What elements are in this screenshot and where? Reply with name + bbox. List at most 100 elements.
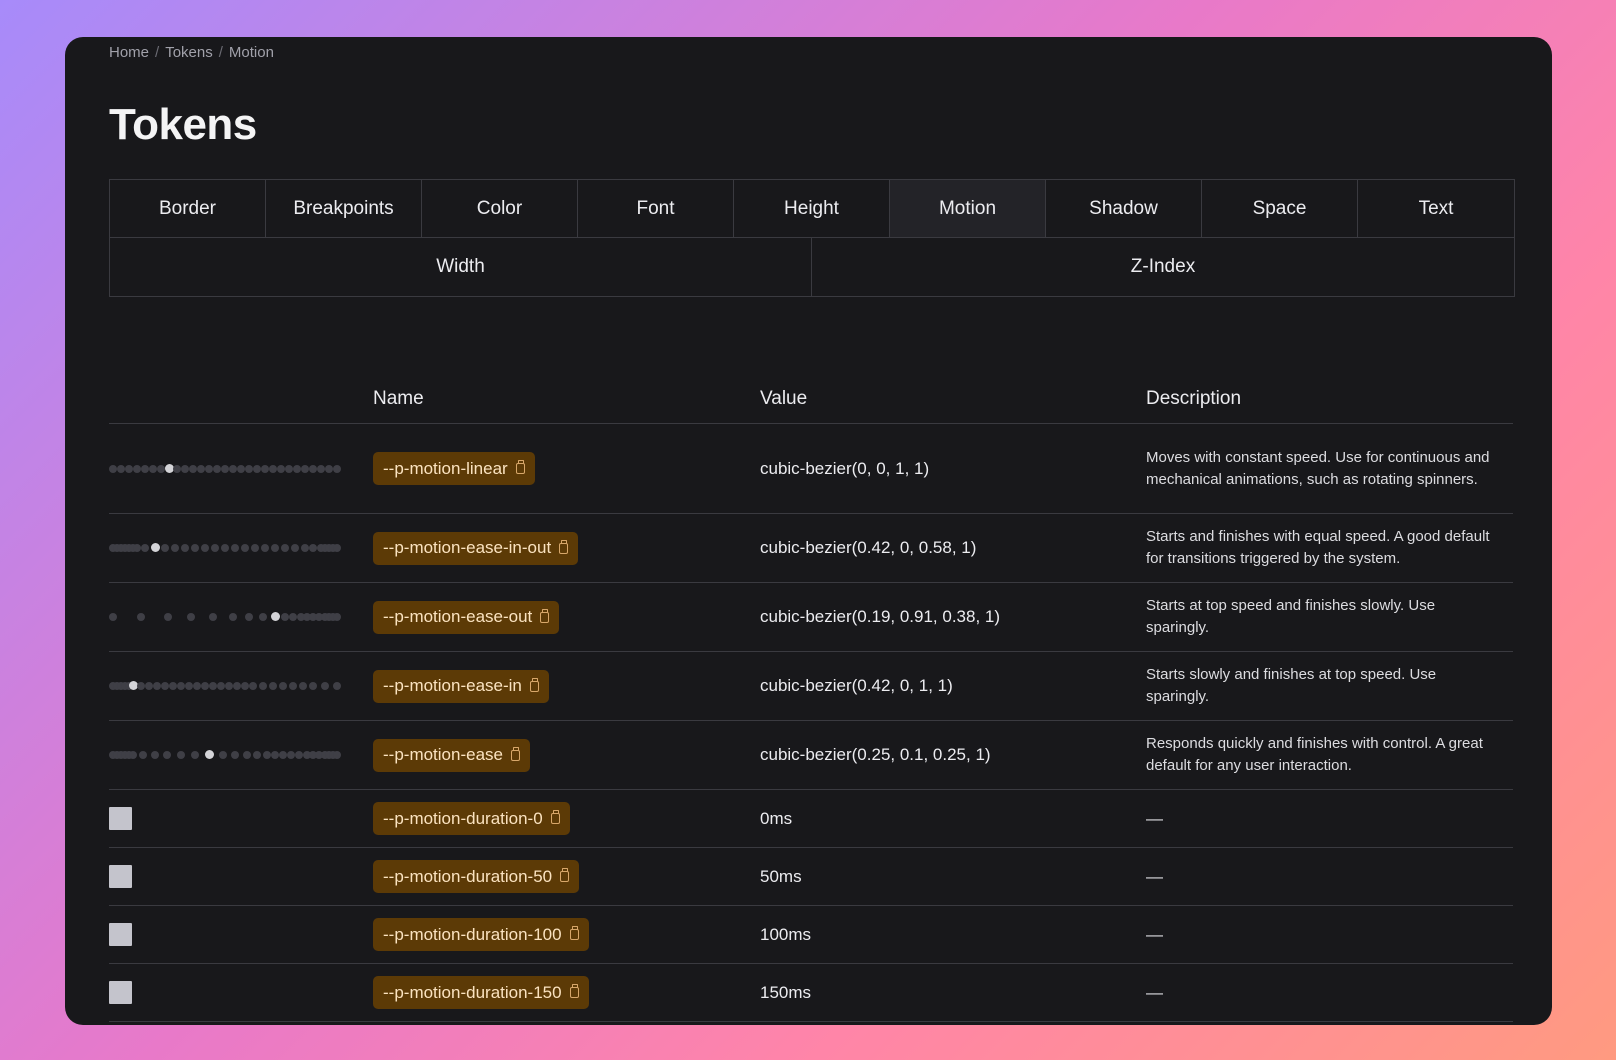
tokens-table: Name Value Description --p-motion-linear… [109,375,1513,1022]
easing-dot [171,544,179,552]
tab-z-index[interactable]: Z-Index [812,238,1514,296]
token-value: 150ms [760,963,1146,1022]
easing-dot [333,613,341,621]
token-value: 0ms [760,789,1146,848]
tab-space[interactable]: Space [1202,180,1358,238]
token-name-copy-button[interactable]: --p-motion-ease-in [373,669,549,703]
token-name-copy-button[interactable]: --p-motion-ease-in-out [373,531,579,565]
tokens-table-body: --p-motion-linear cubic-bezier(0, 0, 1, 1… [109,423,1513,1022]
table-row: --p-motion-duration-50 50ms — [109,847,1513,906]
token-value: cubic-bezier(0.19, 0.91, 0.38, 1) [760,582,1146,652]
easing-dot [201,544,209,552]
easing-dot [279,751,287,759]
clipboard-icon [515,460,525,474]
easing-dot [261,544,269,552]
clipboard-icon [529,677,539,692]
token-description: — [1146,963,1513,1022]
tab-font[interactable]: Font [578,180,734,238]
easing-dot [191,751,199,759]
easing-dot [233,682,241,690]
token-name-copy-button[interactable]: --p-motion-ease [373,738,530,772]
easing-dot [237,464,245,473]
tab-color[interactable]: Color [422,180,578,238]
duration-preview-square [109,923,132,946]
tab-shadow[interactable]: Shadow [1046,180,1202,238]
breadcrumb-motion[interactable]: Motion [229,44,274,61]
easing-dot [281,613,289,621]
easing-dot [141,464,149,473]
easing-dot [249,682,257,690]
clipboard-icon [569,984,579,998]
name-cell: --p-motion-duration-150 [373,963,760,1022]
token-name-copy-button[interactable]: --p-motion-duration-150 [373,976,589,1009]
token-value: cubic-bezier(0, 0, 1, 1) [760,423,1146,514]
tab-width[interactable]: Width [110,238,812,296]
easing-dot [209,682,217,690]
token-description: Responds quickly and finishes with contr… [1146,720,1513,790]
duration-preview-square [109,981,132,1004]
token-description: — [1146,789,1513,848]
token-value: 50ms [760,847,1146,906]
easing-dot [241,682,249,690]
easing-dot [157,464,165,473]
breadcrumb-tokens[interactable]: Tokens [165,44,213,61]
token-name: --p-motion-duration-0 [383,808,543,828]
easing-dot [139,751,147,759]
easing-dot [187,613,195,621]
clipboard-icon [511,746,520,761]
table-row: --p-motion-linear cubic-bezier(0, 0, 1, 1… [109,423,1513,514]
name-cell: --p-motion-ease-out [373,582,760,652]
easing-dot [151,751,159,759]
token-name-copy-button[interactable]: --p-motion-duration-100 [373,918,589,951]
easing-dot [287,751,295,759]
easing-dot [213,464,221,473]
easing-dot [189,464,197,473]
easing-dot [277,464,285,473]
page-title: Tokens [109,100,257,149]
token-value: cubic-bezier(0.42, 0, 1, 1) [760,651,1146,721]
easing-dot [161,544,169,552]
easing-dot [299,682,307,690]
token-name-copy-button[interactable]: --p-motion-linear [373,452,535,485]
easing-dot [173,464,181,473]
token-tabs: Border Breakpoints Color Font Height Motion Sh… [109,179,1515,297]
tab-border[interactable]: Border [110,180,266,238]
clipboard-icon [560,868,570,882]
breadcrumb-separator: / [155,44,160,61]
clipboard-icon [559,539,569,554]
app-window: Home / Tokens / Motion Tokens Border Brea… [65,37,1552,1025]
easing-dot-active [151,543,160,552]
easing-preview [109,750,343,760]
preview-cell [109,789,373,848]
easing-dot [221,464,229,473]
tab-motion[interactable]: Motion [890,180,1046,238]
easing-dot [221,544,229,552]
easing-dot [295,751,303,759]
tab-breakpoints[interactable]: Breakpoints [266,180,422,238]
breadcrumb-home[interactable]: Home [109,44,149,61]
token-name: --p-motion-linear [383,458,508,478]
token-name-copy-button[interactable]: --p-motion-ease-out [373,600,560,634]
easing-dot [317,464,325,473]
easing-dot [109,613,117,621]
easing-dot [229,464,237,473]
easing-preview [109,681,343,691]
name-cell: --p-motion-linear [373,423,760,514]
easing-dot [309,682,317,690]
easing-dot [219,751,227,759]
tab-height[interactable]: Height [734,180,890,238]
token-value: cubic-bezier(0.25, 0.1, 0.25, 1) [760,720,1146,790]
easing-dot [217,682,225,690]
easing-dot [181,544,189,552]
tab-text[interactable]: Text [1358,180,1514,238]
breadcrumb: Home / Tokens / Motion [109,44,1513,61]
token-name-copy-button[interactable]: --p-motion-duration-0 [373,802,570,835]
name-cell: --p-motion-ease-in [373,651,760,721]
easing-dot [263,751,271,759]
easing-dot [181,464,189,473]
token-name: --p-motion-ease-in [383,676,522,695]
table-row: --p-motion-ease-in cubic-bezier(0.42, 0, … [109,651,1513,721]
easing-dot [241,544,249,552]
table-row: --p-motion-ease cubic-bezier(0.25, 0.1, 0… [109,720,1513,790]
token-name-copy-button[interactable]: --p-motion-duration-50 [373,860,580,893]
